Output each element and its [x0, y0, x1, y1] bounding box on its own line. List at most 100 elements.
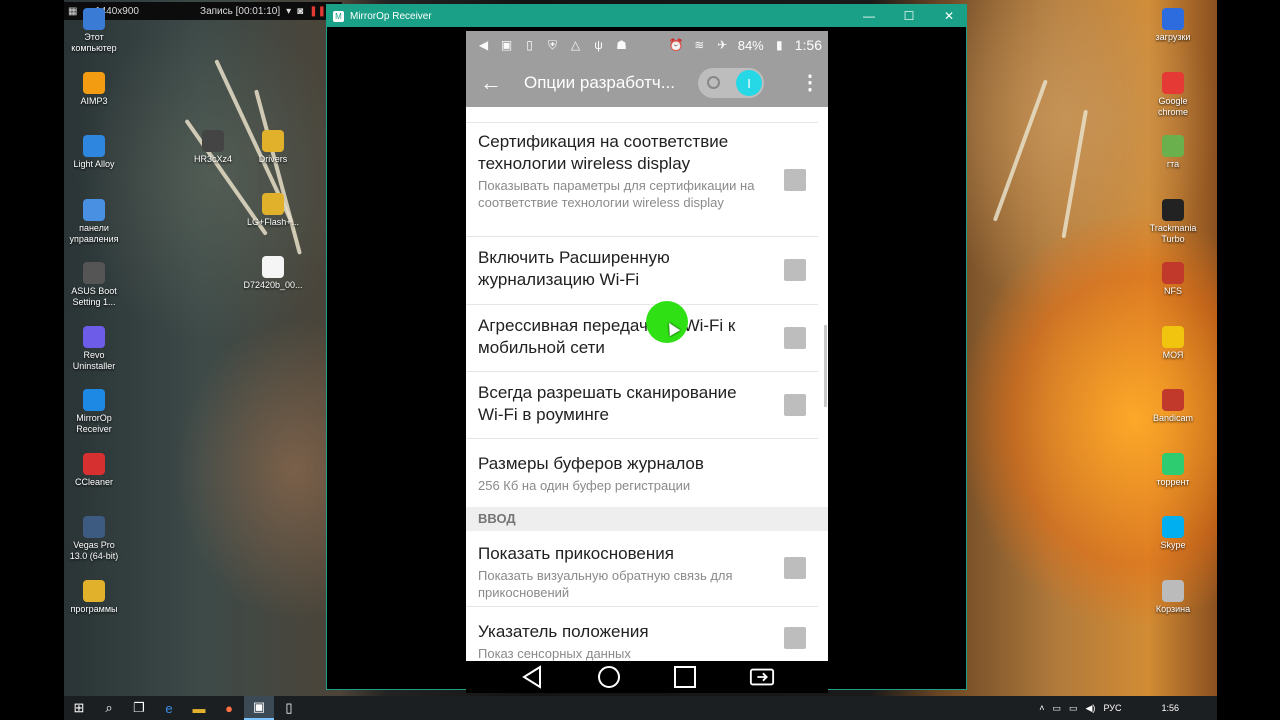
tray-notes-icon[interactable]: ▭ — [1069, 703, 1078, 714]
firefox-icon[interactable]: ● — [214, 696, 244, 720]
list-item-partial — [466, 107, 818, 123]
tray-network-icon[interactable]: ▭ — [1052, 703, 1061, 714]
list-item[interactable]: Всегда разрешать сканирование Wi-Fi в ро… — [466, 372, 818, 439]
checkbox[interactable] — [784, 394, 806, 416]
aimp-icon — [83, 71, 105, 94]
developer-options-toggle[interactable]: I — [698, 68, 764, 98]
tray-language[interactable]: РУС — [1103, 703, 1121, 713]
desktop-shortcut[interactable]: программы — [64, 579, 124, 615]
desktop-shortcut-label: Skype — [1160, 540, 1186, 550]
desktop-shortcut[interactable]: Revo Uninstaller — [64, 325, 124, 372]
desktop-shortcut[interactable]: MirrorOp Receiver — [64, 389, 124, 435]
desktop-shortcut[interactable]: NFS — [1143, 262, 1203, 297]
desktop-shortcut[interactable]: Корзина — [1143, 579, 1203, 615]
mirrorop-taskbar-icon[interactable]: ▣ — [244, 696, 274, 720]
desktop-shortcut[interactable]: CCleaner — [64, 452, 124, 488]
item-subtitle: Показ сенсорных данных — [478, 646, 631, 661]
checkbox[interactable] — [784, 259, 806, 281]
minimize-button[interactable]: — — [852, 5, 886, 27]
desktop-shortcut[interactable]: HR3cXz4 — [183, 130, 243, 165]
desktop-shortcut[interactable]: Skype — [1143, 516, 1203, 551]
desktop-shortcut[interactable]: панели управления — [64, 198, 124, 245]
tray-clock[interactable]: 1:56 — [1161, 703, 1179, 713]
section-header-input: ВВОД — [466, 507, 828, 531]
desktop-shortcut[interactable]: Этот компьютер — [64, 8, 124, 54]
list-item[interactable]: Сертификация на соответствие технологии … — [466, 123, 818, 237]
nav-dual-window-icon[interactable] — [749, 664, 775, 690]
recording-status: Запись [00:01:10] — [200, 5, 281, 17]
document-icon — [262, 256, 284, 278]
checkbox[interactable] — [784, 557, 806, 579]
item-subtitle: Показать визуальную обратную связь для п… — [478, 568, 733, 600]
desktop-shortcut[interactable]: Light Alloy — [64, 135, 124, 170]
letterbox-right — [1217, 0, 1280, 720]
tray-volume-icon[interactable]: ◀) — [1086, 703, 1096, 714]
app-bar: ← Опции разработч... I ⋮ — [466, 59, 828, 107]
file-explorer-icon[interactable]: ▬ — [184, 696, 214, 720]
list-item[interactable]: Включить Расширенную журнализацию Wi-Fi — [466, 237, 818, 305]
desktop-shortcut[interactable]: Trackmania Turbo — [1143, 198, 1203, 245]
nav-home-icon[interactable] — [596, 664, 622, 690]
checkbox[interactable] — [784, 169, 806, 191]
item-title: Агрессивная передача от Wi-Fi к мобильно… — [478, 316, 736, 357]
sim-icon: ▯ — [526, 38, 533, 52]
item-title: Указатель положения — [478, 622, 649, 641]
search-icon[interactable]: ⌕ — [94, 696, 124, 720]
tray-chevron-icon[interactable]: ˄ — [1039, 703, 1044, 713]
window-titlebar[interactable]: M MirrorOp Receiver — ☐ ✕ — [327, 5, 966, 27]
desktop-shortcut[interactable]: LG+Flash+... — [243, 193, 303, 228]
desktop-shortcut[interactable]: D72420b_00... — [243, 256, 303, 291]
desktop-shortcut-label: загрузки — [1155, 32, 1191, 42]
taskbar: ⊞ ⌕ ❐ e ▬ ● ▣ ▯ ˄ ▭ ▭ ◀) РУС 1:56 — [64, 696, 1217, 720]
overflow-menu-icon[interactable]: ⋮ — [800, 73, 820, 93]
dropdown-icon[interactable]: ▾ — [286, 6, 291, 17]
desktop-shortcut-label: NFS — [1164, 286, 1182, 296]
checkbox[interactable] — [784, 627, 806, 649]
desktop-shortcut-label: D72420b_00... — [243, 280, 303, 290]
desktop-shortcut[interactable]: ASUS Boot Setting 1... — [64, 262, 124, 308]
window-title: MirrorOp Receiver — [350, 10, 432, 22]
battery-percent: 84% — [737, 37, 764, 53]
vegas-icon — [83, 516, 105, 538]
camera-icon[interactable]: ◙ — [297, 6, 303, 17]
revo-icon — [83, 325, 105, 348]
desktop-shortcut[interactable]: МОЯ — [1143, 325, 1203, 361]
wifi-icon: ≋ — [694, 38, 705, 52]
computer-icon — [83, 8, 105, 30]
scroll-indicator[interactable] — [824, 325, 827, 407]
close-button[interactable]: ✕ — [932, 5, 966, 27]
maximize-button[interactable]: ☐ — [892, 5, 926, 27]
desktop-shortcut[interactable]: Drivers — [243, 130, 303, 165]
back-arrow-icon[interactable]: ← — [480, 70, 510, 96]
settings-list: Сертификация на соответствие технологии … — [466, 107, 828, 661]
phone-screen: ◀ ▣ ▯ ⛨ △ ψ ☗ ⏰ ≋ ✈ 84% ▮ 1:56 ← Опции р… — [466, 31, 828, 661]
desktop-shortcut[interactable]: Bandicam — [1143, 389, 1203, 424]
system-tray: ˄ ▭ ▭ ◀) РУС 1:56 — [1039, 703, 1217, 714]
nav-recents-icon[interactable] — [672, 664, 698, 690]
document-taskbar-icon[interactable]: ▯ — [274, 696, 304, 720]
item-title: Включить Расширенную журнализацию Wi-Fi — [478, 248, 670, 289]
desktop-shortcut-label: гта — [1166, 159, 1180, 169]
edge-icon[interactable]: e — [154, 696, 184, 720]
list-item[interactable]: Показать прикосновения Показать визуальн… — [466, 531, 818, 607]
downloads-icon — [1162, 8, 1184, 30]
desktop-shortcut[interactable]: Vegas Pro 13.0 (64-bit) — [64, 516, 124, 562]
chrome-icon — [1162, 71, 1184, 94]
desktop-shortcut[interactable]: торрент — [1143, 452, 1203, 488]
start-windows-icon[interactable]: ⊞ — [64, 696, 94, 720]
shield-icon: ⛨ — [547, 37, 557, 52]
list-item[interactable]: Агрессивная передача от Wi-Fi к мобильно… — [466, 305, 818, 372]
desktop-shortcut[interactable]: AIMP3 — [64, 71, 124, 107]
pause-icon[interactable]: ❚❚ — [309, 6, 326, 17]
desktop-shortcut[interactable]: гта — [1143, 135, 1203, 170]
nav-back-icon[interactable] — [519, 664, 545, 690]
desktop-shortcut[interactable]: Google chrome — [1143, 71, 1203, 118]
desktop-shortcut-label: Корзина — [1155, 603, 1191, 614]
list-item[interactable]: Размеры буферов журналов 256 Кб на один … — [466, 439, 818, 507]
list-item[interactable]: Указатель положения Показ сенсорных данн… — [466, 607, 818, 661]
task-view-icon[interactable]: ❐ — [124, 696, 154, 720]
battery-icon: ▮ — [775, 38, 783, 52]
desktop-shortcut[interactable]: загрузки — [1143, 8, 1203, 43]
recycle-bin-icon — [1162, 579, 1184, 602]
checkbox[interactable] — [784, 327, 806, 349]
